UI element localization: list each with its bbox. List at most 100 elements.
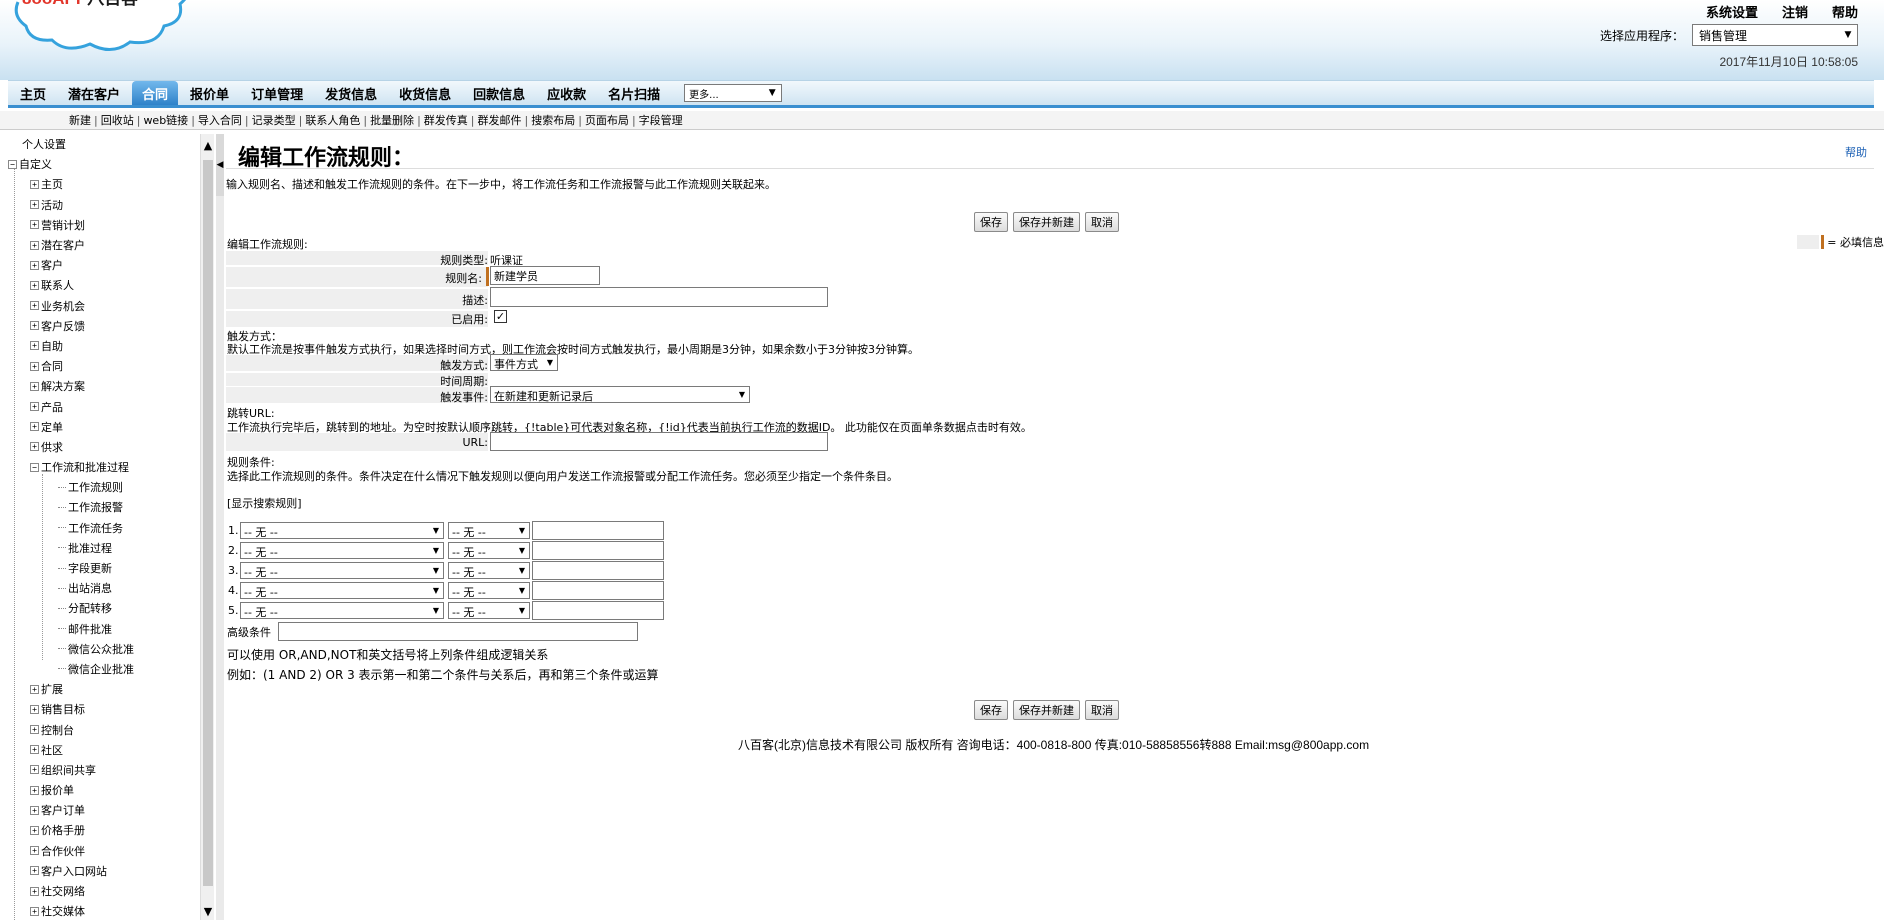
expand-icon[interactable]: +: [30, 846, 39, 856]
expand-icon[interactable]: +: [30, 200, 39, 210]
subnav-page-layout[interactable]: 页面布局: [585, 112, 629, 128]
subnav-field-manage[interactable]: 字段管理: [639, 112, 683, 128]
save-button[interactable]: 保存: [974, 212, 1008, 232]
save-new-button[interactable]: 保存并新建: [1013, 700, 1080, 720]
collapse-icon[interactable]: −: [8, 159, 17, 169]
help-top-link[interactable]: 帮助: [1832, 2, 1858, 21]
url-input[interactable]: [490, 432, 828, 451]
sidebar-item[interactable]: + 供求: [8, 437, 198, 457]
criteria-operator-select[interactable]: -- 无 -- ▼: [448, 542, 530, 559]
criteria-value-input[interactable]: [532, 581, 664, 600]
expand-icon[interactable]: +: [30, 442, 39, 452]
expand-icon[interactable]: +: [30, 321, 39, 331]
tab-home[interactable]: 主页: [10, 81, 56, 105]
collapse-sidebar-icon[interactable]: ◀: [216, 134, 224, 196]
tab-contracts[interactable]: 合同: [132, 81, 179, 105]
scroll-up-icon[interactable]: ▲: [201, 138, 215, 154]
help-link[interactable]: 帮助: [1845, 144, 1867, 160]
app-select[interactable]: 销售管理 ▼: [1692, 24, 1858, 46]
cancel-button[interactable]: 取消: [1085, 212, 1119, 232]
expand-icon[interactable]: +: [30, 220, 39, 230]
tab-shipping[interactable]: 发货信息: [315, 81, 387, 105]
expand-icon[interactable]: +: [30, 785, 39, 795]
description-input[interactable]: [490, 287, 828, 307]
sidebar-item[interactable]: + 潜在客户: [8, 235, 198, 255]
sidebar-item[interactable]: + 定单: [8, 417, 198, 437]
sidebar-item-personal[interactable]: 个人设置: [8, 134, 198, 154]
sidebar-subitem[interactable]: 工作流报警: [8, 497, 198, 517]
sidebar-subitem[interactable]: 字段更新: [8, 558, 198, 578]
sidebar-item[interactable]: + 业务机会: [8, 296, 198, 316]
sidebar-subitem[interactable]: 出站消息: [8, 578, 198, 598]
expand-icon[interactable]: +: [30, 280, 39, 290]
tab-receivables[interactable]: 应收款: [537, 81, 596, 105]
sidebar-subitem[interactable]: 分配转移: [8, 598, 198, 618]
sidebar-item[interactable]: + 客户反馈: [8, 316, 198, 336]
sidebar-item[interactable]: + 合作伙伴: [8, 841, 198, 861]
sidebar-item[interactable]: + 扩展: [8, 679, 198, 699]
expand-icon[interactable]: +: [30, 906, 39, 916]
sidebar-scrollbar[interactable]: ▲ ▼: [200, 134, 214, 920]
expand-icon[interactable]: +: [30, 704, 39, 714]
criteria-field-select[interactable]: -- 无 -- ▼: [240, 522, 444, 539]
sidebar-item[interactable]: + 控制台: [8, 719, 198, 739]
subnav-new[interactable]: 新建: [69, 112, 91, 128]
sidebar-item[interactable]: + 自助: [8, 336, 198, 356]
sidebar-item[interactable]: + 主页: [8, 174, 198, 194]
expand-icon[interactable]: +: [30, 725, 39, 735]
sidebar-subitem[interactable]: 工作流规则: [8, 477, 198, 497]
expand-icon[interactable]: +: [30, 765, 39, 775]
expand-icon[interactable]: +: [30, 805, 39, 815]
sidebar-item[interactable]: + 客户订单: [8, 800, 198, 820]
cancel-button[interactable]: 取消: [1085, 700, 1119, 720]
criteria-value-input[interactable]: [532, 521, 664, 540]
show-search-rules-link[interactable]: [显示搜索规则]: [227, 495, 302, 511]
expand-icon[interactable]: +: [30, 341, 39, 351]
expand-icon[interactable]: +: [30, 179, 39, 189]
logout-link[interactable]: 注销: [1782, 2, 1808, 21]
expand-icon[interactable]: +: [30, 240, 39, 250]
sidebar-item[interactable]: + 社交媒体: [8, 901, 198, 920]
sidebar-item-custom[interactable]: − 自定义: [8, 154, 198, 174]
sidebar-item[interactable]: + 社交网络: [8, 881, 198, 901]
expand-icon[interactable]: +: [30, 301, 39, 311]
tab-receiving[interactable]: 收货信息: [389, 81, 461, 105]
expand-icon[interactable]: +: [30, 402, 39, 412]
sidebar-subitem[interactable]: 微信公众批准: [8, 639, 198, 659]
sidebar-item[interactable]: + 联系人: [8, 275, 198, 295]
collapse-icon[interactable]: −: [30, 462, 39, 472]
expand-icon[interactable]: +: [30, 260, 39, 270]
criteria-field-select[interactable]: -- 无 -- ▼: [240, 602, 444, 619]
sidebar-item[interactable]: + 解决方案: [8, 376, 198, 396]
rule-name-input[interactable]: 新建学员: [490, 266, 600, 285]
sidebar-item[interactable]: + 活动: [8, 195, 198, 215]
subnav-weblink[interactable]: web链接: [143, 112, 188, 128]
sidebar-item[interactable]: + 社区: [8, 740, 198, 760]
criteria-operator-select[interactable]: -- 无 -- ▼: [448, 582, 530, 599]
criteria-field-select[interactable]: -- 无 -- ▼: [240, 582, 444, 599]
sidebar-item[interactable]: + 合同: [8, 356, 198, 376]
scroll-down-icon[interactable]: ▼: [201, 904, 215, 920]
criteria-operator-select[interactable]: -- 无 -- ▼: [448, 562, 530, 579]
tab-card-scan[interactable]: 名片扫描: [598, 81, 670, 105]
sidebar-item[interactable]: + 价格手册: [8, 820, 198, 840]
system-settings-link[interactable]: 系统设置: [1706, 2, 1758, 21]
sidebar-item[interactable]: + 营销计划: [8, 215, 198, 235]
criteria-value-input[interactable]: [532, 561, 664, 580]
criteria-field-select[interactable]: -- 无 -- ▼: [240, 542, 444, 559]
sidebar-item[interactable]: + 销售目标: [8, 699, 198, 719]
subnav-search-layout[interactable]: 搜索布局: [531, 112, 575, 128]
trigger-mode-select[interactable]: 事件方式 ▼: [490, 354, 558, 371]
tab-leads[interactable]: 潜在客户: [58, 81, 130, 105]
sidebar-subitem[interactable]: 批准过程: [8, 538, 198, 558]
tab-quotes[interactable]: 报价单: [180, 81, 239, 105]
expand-icon[interactable]: +: [30, 422, 39, 432]
subnav-record-type[interactable]: 记录类型: [252, 112, 296, 128]
logo[interactable]: 8ooAPP八百客: [8, 0, 198, 56]
expand-icon[interactable]: +: [30, 825, 39, 835]
more-tabs-select[interactable]: 更多... ▼: [684, 84, 783, 102]
sidebar-item[interactable]: + 组织间共享: [8, 760, 198, 780]
subnav-mass-email[interactable]: 群发邮件: [478, 112, 522, 128]
sidebar-item[interactable]: + 客户: [8, 255, 198, 275]
sidebar-item[interactable]: + 报价单: [8, 780, 198, 800]
